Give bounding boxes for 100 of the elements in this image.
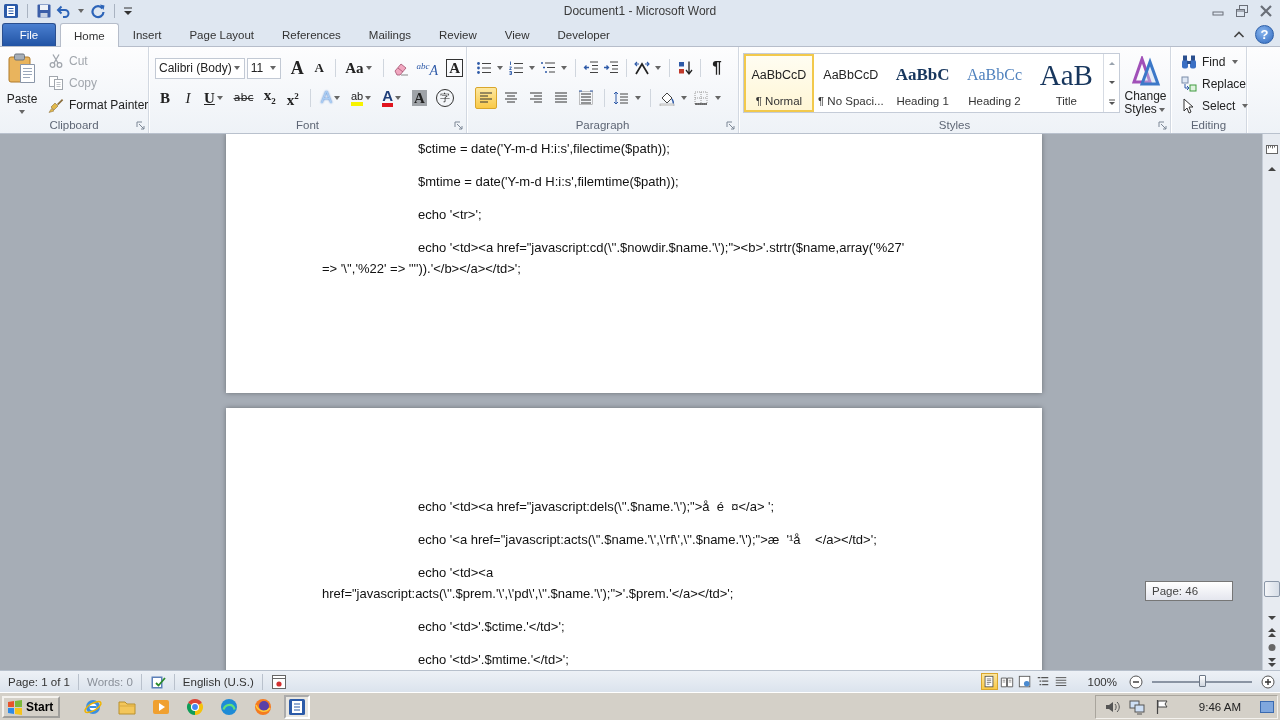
caret-icon <box>365 96 372 100</box>
superscript-button[interactable]: x$^{2}$ <box>282 87 303 109</box>
style-option[interactable]: AaBbC Heading 1 <box>887 54 958 112</box>
caret-icon <box>365 66 372 70</box>
style-option[interactable]: AaBbCcD ¶ No Spaci... <box>815 54 886 112</box>
ribbon-tab[interactable]: Insert <box>118 23 176 46</box>
caret-icon <box>635 96 641 100</box>
format-painter-button[interactable]: Format Painter <box>44 94 153 115</box>
italic-button[interactable]: I <box>178 87 198 109</box>
more-caret-icon[interactable] <box>1106 97 1117 107</box>
indent-icon[interactable] <box>603 60 619 76</box>
multilevel-list-icon[interactable] <box>540 60 556 76</box>
restore-icon[interactable] <box>1234 4 1250 18</box>
code-paragraph: $mtime = date('Y-m-d H:i:s',filemtime($path)); <box>417 173 679 191</box>
scroll-down-arrow-icon[interactable] <box>1266 613 1277 623</box>
clipboard-icon <box>6 52 38 84</box>
file-tab[interactable]: File <box>2 23 56 46</box>
group-label: Editing <box>1190 119 1227 131</box>
zoom-out-icon[interactable] <box>1129 674 1143 689</box>
caret-icon <box>1158 107 1165 112</box>
code-paragraph: echo '<td><a href="javascript:acts(\''.$prem.'\',\'pd\',\''.$name.'\');">'.$prem.'</a></td>'; <box>322 564 734 603</box>
zoom-level[interactable]: 100% <box>1087 675 1117 688</box>
dialog-launcher-icon[interactable] <box>454 120 463 130</box>
character-shading-button[interactable]: A <box>409 87 430 109</box>
border-grid-icon[interactable] <box>693 90 709 106</box>
font-color-button[interactable]: A <box>379 87 407 109</box>
strikethrough-button[interactable]: a̶b̶c̶ <box>230 87 257 109</box>
caret-icon <box>529 66 535 70</box>
double-up-arrow-icon[interactable] <box>1266 627 1277 638</box>
sort-icon[interactable] <box>677 60 693 76</box>
bullet-list-icon[interactable] <box>476 60 492 76</box>
ribbon-tab[interactable]: View <box>490 23 544 46</box>
find-button[interactable]: Find <box>1177 51 1246 73</box>
bold-button[interactable]: B <box>155 87 175 109</box>
taskbar-app[interactable] <box>284 694 311 719</box>
slider-thumb[interactable] <box>1199 674 1206 687</box>
show-marks-button[interactable]: ¶ <box>707 57 727 79</box>
grow-font-button[interactable]: A <box>287 57 308 79</box>
outdent-icon[interactable] <box>583 60 599 76</box>
sheet-record-icon[interactable] <box>270 673 287 690</box>
document-tile-icon[interactable] <box>3 3 19 19</box>
phonetic-guide-button[interactable]: $^{abc}$A <box>413 57 442 79</box>
paste-button[interactable]: Paste <box>5 50 39 117</box>
ribbon-tab[interactable]: Developer <box>543 23 624 46</box>
chevron-up-icon[interactable] <box>1233 29 1245 39</box>
start-button[interactable]: Start <box>2 695 61 718</box>
ribbon-tab[interactable]: Review <box>425 23 491 46</box>
customize-caret-icon[interactable] <box>123 6 133 16</box>
style-option[interactable]: AaB Title <box>1031 54 1102 112</box>
paint-bucket-icon[interactable] <box>659 90 675 106</box>
page-icon <box>982 674 997 689</box>
scroll-up-arrow-icon[interactable] <box>1266 164 1277 174</box>
scroll-thumb[interactable] <box>1263 581 1280 597</box>
select-button[interactable]: Select <box>1177 95 1246 117</box>
replace-button[interactable]: Replace <box>1177 73 1246 95</box>
font-size-field[interactable]: 11 <box>246 57 282 79</box>
vertical-scrollbar[interactable] <box>1262 134 1280 670</box>
group-label: Styles <box>938 119 971 131</box>
orb-icon <box>253 696 274 717</box>
circular-arrow-icon[interactable] <box>90 3 106 19</box>
subscript-button[interactable]: x$_{2}$ <box>259 87 280 109</box>
ribbon-tab[interactable]: Mailings <box>354 23 426 46</box>
view-button[interactable] <box>980 673 998 690</box>
curved-arrow-icon[interactable] <box>56 3 72 19</box>
caret-icon <box>561 66 567 70</box>
style-option[interactable]: AaBbCcD ¶ Normal <box>744 54 814 112</box>
zoom-in-icon[interactable] <box>1261 674 1275 689</box>
font-name-field[interactable]: Calibri (Body) <box>155 57 245 79</box>
dialog-launcher-icon[interactable] <box>1158 120 1167 130</box>
line-spacing-icon[interactable] <box>613 90 629 106</box>
dot-icon[interactable] <box>1266 642 1277 653</box>
change-case-button[interactable]: Aa <box>342 57 377 79</box>
page-tooltip: Page: 46 <box>1145 581 1233 601</box>
dialog-launcher-icon[interactable] <box>726 120 735 130</box>
dialog-launcher-icon[interactable] <box>136 120 145 130</box>
align-right-icon <box>528 90 544 106</box>
numbered-list-icon[interactable] <box>508 60 524 76</box>
ruler-icon[interactable] <box>1264 142 1279 156</box>
character-border-button[interactable]: A <box>443 57 466 79</box>
style-option[interactable]: AaBbCc Heading 2 <box>959 54 1030 112</box>
caret-icon[interactable] <box>78 9 84 13</box>
peak-arrows-icon[interactable] <box>634 60 650 76</box>
align-left-button[interactable] <box>475 87 497 109</box>
pages-icon <box>48 74 64 91</box>
double-down-arrow-icon[interactable] <box>1266 657 1277 668</box>
clock-text[interactable]: 9:46 AM <box>1198 700 1241 713</box>
close-icon[interactable] <box>1258 4 1274 18</box>
page-count[interactable]: Page: 1 of 1 <box>0 673 80 690</box>
ribbon-tab[interactable]: Page Layout <box>175 23 269 46</box>
highlight-button[interactable]: ab <box>347 87 377 109</box>
underline-button[interactable]: U <box>201 87 228 109</box>
show-desktop-button[interactable] <box>1260 700 1274 713</box>
ribbon-tab[interactable]: Home <box>60 23 119 47</box>
ribbon-tab[interactable]: References <box>268 23 355 46</box>
language-status[interactable]: English (U.S.) <box>174 673 263 690</box>
code-paragraph: echo '<td><a href="javascript:cd(\''.$nowdir.$name.'\');"><b>'.strtr($name,array('%27' => '\'','%22' => '"')).'</b></a></td>'; <box>322 239 905 278</box>
align-center-icon <box>503 90 519 106</box>
monitors-icon[interactable] <box>1128 698 1145 715</box>
change-styles-button[interactable]: Change Styles <box>1122 53 1169 117</box>
shrink-font-button[interactable]: A <box>309 57 330 79</box>
